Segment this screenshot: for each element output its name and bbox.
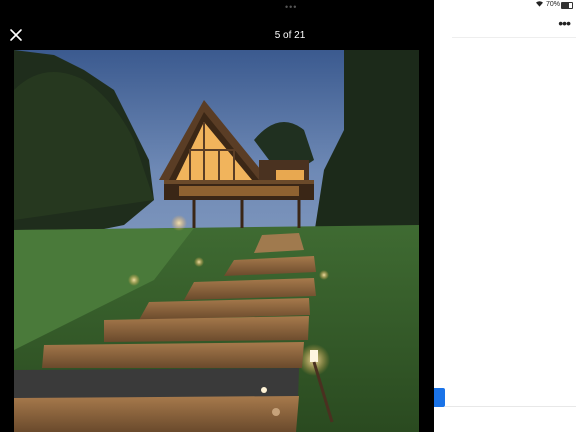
battery-percentage: 70% [545, 1, 560, 8]
more-horizontal-icon[interactable]: ••• [558, 16, 571, 30]
status-bar: 70% [434, 0, 576, 12]
blue-side-button[interactable] [434, 388, 445, 407]
wifi-icon [535, 0, 544, 9]
photo-counter: 5 of 21 [274, 30, 306, 41]
battery-icon [561, 2, 573, 9]
divider [445, 406, 576, 407]
photo-image[interactable] [14, 50, 419, 432]
drag-handle[interactable]: ••• [285, 2, 297, 12]
photo-viewer: ••• 5 of 21 [0, 0, 434, 432]
